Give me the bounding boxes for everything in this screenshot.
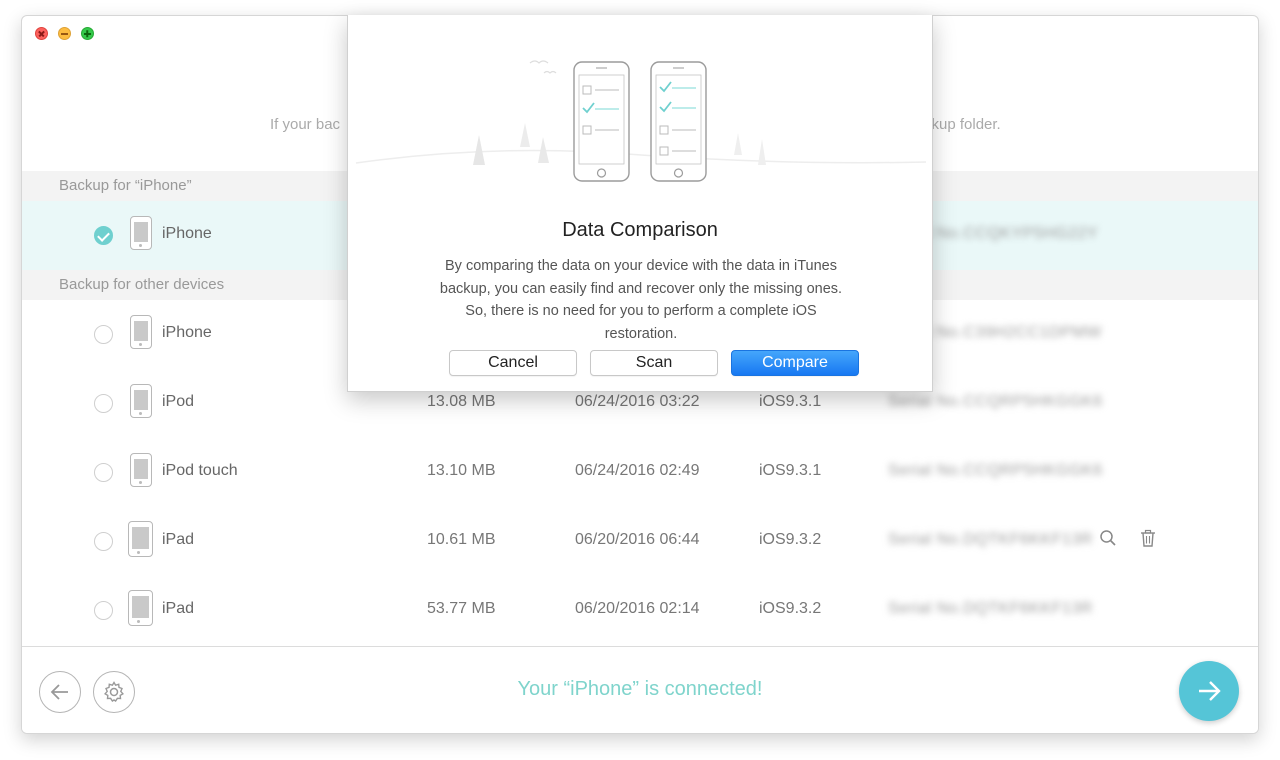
ipad-icon xyxy=(128,521,153,557)
arrow-right-icon xyxy=(1199,681,1221,701)
subtitle-right: ckup folder. xyxy=(924,116,1001,133)
phones-illustration xyxy=(355,60,927,182)
ios-version: iOS9.3.1 xyxy=(759,393,822,410)
next-button[interactable] xyxy=(1179,661,1239,721)
backup-row[interactable]: iPad 53.77 MB 06/20/2016 02:14 iOS9.3.2 … xyxy=(22,576,1258,645)
close-window-button[interactable] xyxy=(35,27,48,40)
backup-size: 13.10 MB xyxy=(427,462,496,479)
cancel-button[interactable]: Cancel xyxy=(449,350,577,376)
connection-status: Your “iPhone” is connected! xyxy=(517,678,763,700)
ipod-icon xyxy=(130,384,152,418)
serial-number: Serial No.CCQRP5HKGGK6 xyxy=(888,462,1103,479)
row-radio[interactable] xyxy=(94,226,113,245)
dialog-title: Data Comparison xyxy=(562,219,718,241)
backup-date: 06/20/2016 06:44 xyxy=(575,531,700,548)
device-name: iPhone xyxy=(162,324,212,341)
row-radio[interactable] xyxy=(94,601,113,620)
serial-number: Serial No.CCQRP5HKGGK6 xyxy=(888,393,1103,410)
iphone-icon xyxy=(130,315,152,349)
device-name: iPod touch xyxy=(162,462,238,479)
dialog-description: By comparing the data on your device wit… xyxy=(439,258,843,342)
row-radio[interactable] xyxy=(94,394,113,413)
backup-date: 06/24/2016 02:49 xyxy=(575,462,700,479)
serial-number: Serial No.DQTKF6KKF13R xyxy=(888,600,1093,617)
backup-row[interactable]: iPod touch 13.10 MB 06/24/2016 02:49 iOS… xyxy=(22,438,1258,507)
device-name: iPad xyxy=(162,531,195,548)
subtitle-left: If your bac xyxy=(270,116,341,133)
backup-date: 06/20/2016 02:14 xyxy=(575,600,700,617)
ios-version: iOS9.3.2 xyxy=(759,600,822,617)
window-controls xyxy=(35,27,94,40)
row-radio[interactable] xyxy=(94,532,113,551)
serial-number: Serial No.DQTKF6KKF13R xyxy=(888,531,1093,548)
backup-size: 13.08 MB xyxy=(427,393,496,410)
ipod-icon xyxy=(130,453,152,487)
ipad-icon xyxy=(128,590,153,626)
device-name: iPad xyxy=(162,600,195,617)
backup-row[interactable]: iPad 10.61 MB 06/20/2016 06:44 iOS9.3.2 … xyxy=(22,507,1258,576)
compare-button[interactable]: Compare xyxy=(731,350,859,376)
iphone-icon xyxy=(130,216,152,250)
footer-bar: Your “iPhone” is connected! xyxy=(22,646,1258,733)
device-name: iPhone xyxy=(162,225,212,242)
ios-version: iOS9.3.2 xyxy=(759,531,822,548)
row-radio[interactable] xyxy=(94,463,113,482)
search-icon[interactable] xyxy=(1097,529,1119,551)
scan-button[interactable]: Scan xyxy=(590,350,718,376)
trash-icon[interactable] xyxy=(1137,529,1159,551)
data-comparison-dialog: Data Comparison By comparing the data on… xyxy=(347,15,933,392)
device-name: iPod xyxy=(162,393,195,410)
row-radio[interactable] xyxy=(94,325,113,344)
backup-size: 10.61 MB xyxy=(427,531,496,548)
ios-version: iOS9.3.1 xyxy=(759,462,822,479)
minimize-window-button[interactable] xyxy=(58,27,71,40)
backup-size: 53.77 MB xyxy=(427,600,496,617)
maximize-window-button[interactable] xyxy=(81,27,94,40)
backup-date: 06/24/2016 03:22 xyxy=(575,393,700,410)
